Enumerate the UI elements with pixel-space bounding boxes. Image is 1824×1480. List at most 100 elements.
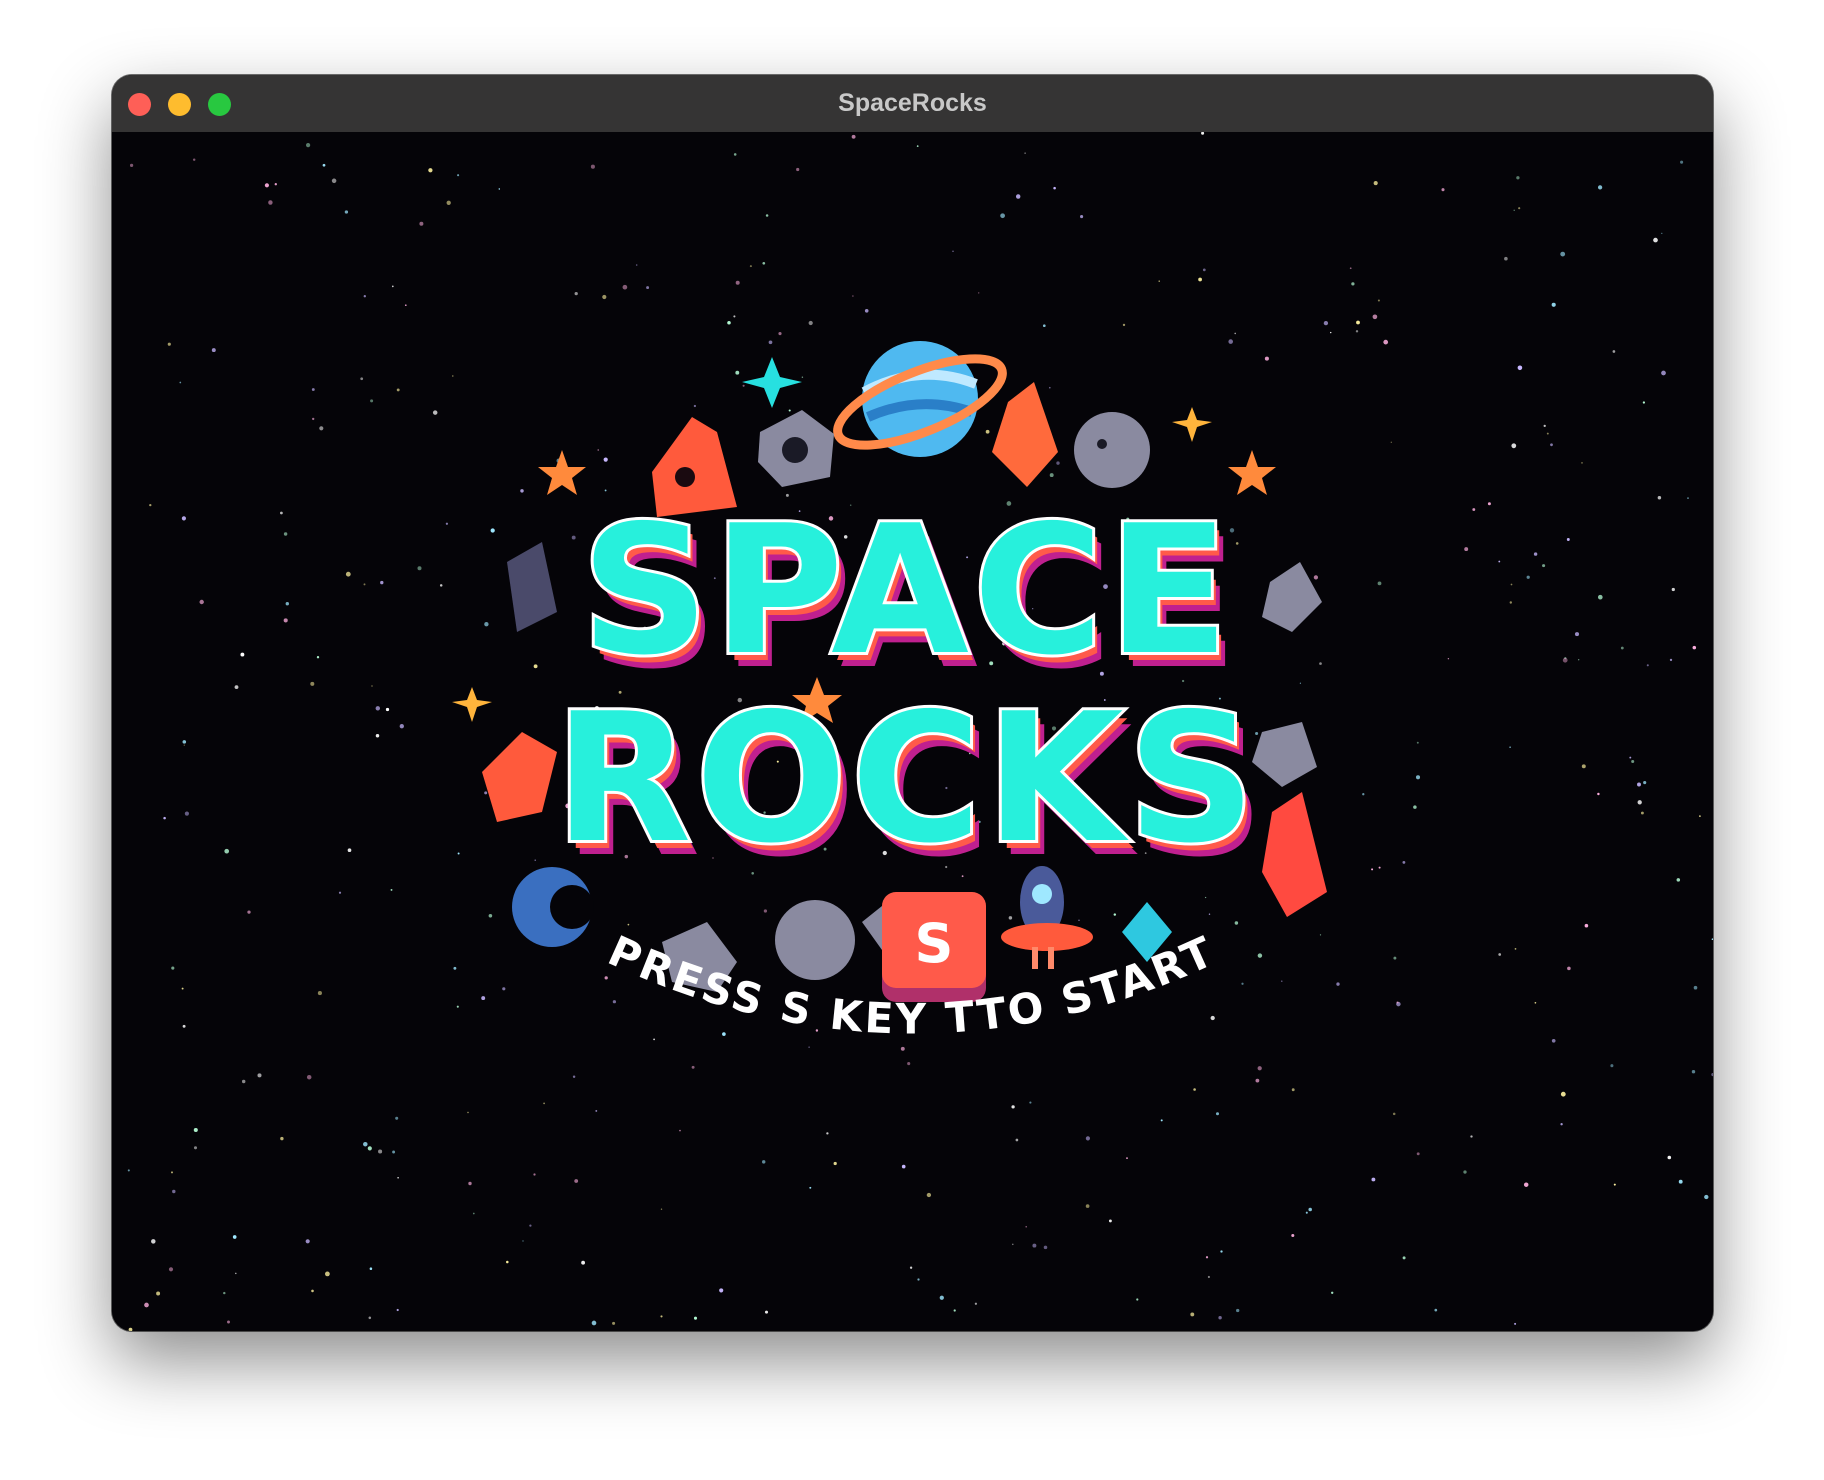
star-dot [1574,632,1580,637]
star-dot [240,652,245,657]
star-dot [1667,1155,1672,1160]
star-dot [331,178,337,184]
star-dot [1012,1243,1014,1246]
star-dot [439,584,443,587]
star-dot [765,214,769,217]
star-dot [1393,956,1397,960]
star-dot [311,388,315,391]
star-dot [653,1038,655,1041]
star-dot [1653,237,1658,243]
star-dot [1669,658,1673,662]
star-dot [1415,775,1421,780]
star-dot [808,1046,810,1048]
star-dot [764,1310,769,1314]
star-dot [163,816,166,820]
star-dot [181,516,186,521]
star-dot [457,174,460,177]
star-dot [1383,339,1389,345]
star-dot [472,1212,475,1215]
star-dot [788,409,791,412]
star-dot [1581,462,1583,464]
star-dot [719,1288,724,1293]
star-dot [974,1302,978,1305]
star-dot [768,340,773,345]
star-dot [378,1149,383,1154]
game-canvas[interactable]: SPACE SPACE SPACE ROCKS ROCKS ROCKS S PR… [112,132,1713,1331]
star-dot [1498,560,1501,563]
star-dot [182,1024,186,1028]
star-dot [1704,1194,1709,1200]
star-dot [1029,1101,1032,1104]
star-dot [227,1320,230,1324]
star-dot [1198,277,1202,282]
star-dot [907,1062,911,1066]
star-dot [1692,645,1697,650]
star-dot [1215,1112,1220,1116]
star-dot [1441,188,1445,192]
star-dot [1526,575,1530,579]
star-dot [129,163,134,168]
star-dot [693,404,697,408]
star-dot [397,1176,399,1179]
star-dot [127,1169,130,1172]
star-dot [274,183,277,186]
star-dot [170,1171,174,1174]
star-dot [900,1046,905,1051]
star-dot [1313,575,1319,580]
star-dot [1008,916,1013,920]
star-dot [283,618,288,623]
star-dot [179,381,182,384]
star-dot [316,656,320,659]
star-dot [1202,268,1206,272]
title-line2: ROCKS [554,675,1259,882]
star-dot [280,511,283,515]
star-dot [977,292,980,294]
star-dot [399,724,404,729]
star-dot [257,1073,262,1078]
star-dot [1680,160,1684,164]
star-dot [181,987,184,990]
star-dot [660,1315,663,1318]
star-dot [1373,181,1378,186]
star-dot [1236,1308,1240,1313]
star-dot [1560,1123,1563,1126]
star-dot [581,1260,585,1265]
star-dot [502,987,506,991]
star-dot [488,914,493,918]
star-dot [1543,424,1546,428]
star-dot [1487,502,1491,506]
title-line1: SPACE [581,487,1233,694]
star-dot [446,200,451,205]
star-dot [1560,251,1566,257]
star-dot [1509,746,1511,748]
star-dot [1643,781,1647,785]
star-dot [1025,1226,1027,1228]
star-dot [533,1173,536,1176]
star-dot [211,348,216,353]
star-dot [1463,1170,1467,1174]
star-dot [909,1266,913,1269]
star-dot [1056,461,1060,465]
star-dot [149,503,152,507]
star-dot [1620,646,1624,650]
star-dot [1201,132,1205,135]
star-dot [1015,194,1021,199]
star-dot [1550,443,1553,447]
star-dot [1336,982,1340,986]
star-dot [1220,1250,1223,1253]
star-dot [319,426,324,431]
star-dot [1518,207,1521,210]
star-dot [679,1129,681,1132]
star-dot [310,681,315,686]
star-dot [144,1302,149,1308]
star-dot [1015,1138,1019,1142]
star-dot [1416,1152,1420,1156]
star-dot [184,811,189,816]
star-dot [571,535,576,540]
star-dot [224,848,230,854]
title-bar[interactable]: SpaceRocks [112,75,1713,133]
star-dot [1349,267,1352,270]
star-dot [1355,330,1359,333]
star-dot [1257,953,1263,958]
window-title: SpaceRocks [838,89,987,117]
